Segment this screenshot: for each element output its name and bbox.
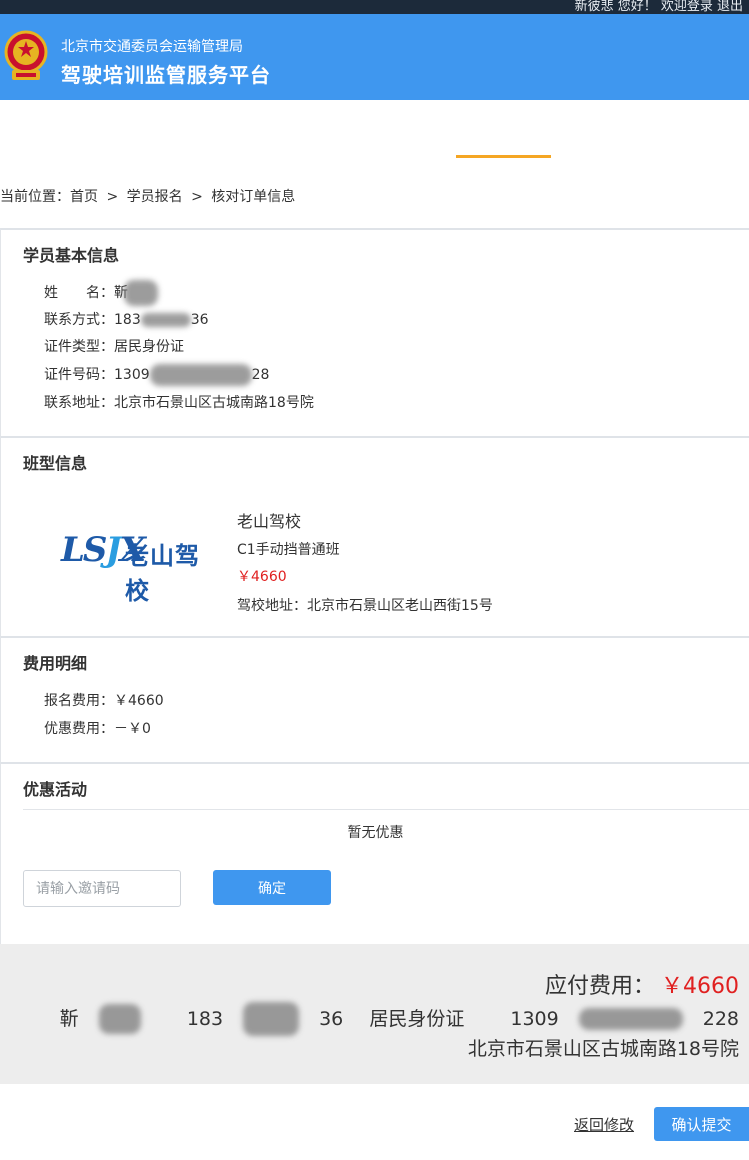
school-logo-cn: 老山驾校	[125, 542, 200, 605]
promotions-section: 优惠活动 暂无优惠 确定	[0, 762, 749, 944]
field-label: 驾校地址：	[237, 598, 307, 614]
payable-amount-row: 应付费用： ￥4660	[545, 968, 739, 1000]
summary-name: 靳	[40, 1004, 141, 1034]
national-emblem-icon	[4, 30, 48, 80]
school-address-row: 驾校地址：北京市石景山区老山西街15号	[237, 595, 493, 615]
school-logo: LSJX 老山驾校	[61, 528, 221, 605]
redaction-mask	[243, 1002, 300, 1036]
field-label: 优惠费用：	[44, 721, 114, 737]
org-name: 北京市交通委员会运输管理局	[61, 39, 243, 55]
section-title: 费用明细	[23, 654, 88, 673]
summary-info-line: 靳 183 36 居民身份证 1309 228	[20, 1002, 739, 1036]
breadcrumb-current: 核对订单信息	[211, 189, 296, 205]
summary-id-type: 居民身份证	[369, 1007, 465, 1030]
redaction-mask	[578, 1008, 683, 1030]
confirm-invite-button[interactable]: 确定	[213, 870, 331, 905]
redaction-mask	[140, 313, 191, 327]
summary-id: 1309 228	[490, 1008, 739, 1030]
site-header: 北京市交通委员会运输管理局 驾驶培训监管服务平台	[0, 14, 749, 100]
id-number-end: 28	[251, 367, 270, 383]
confirm-submit-button[interactable]: 确认提交	[654, 1107, 749, 1141]
student-address-row: 联系地址：北京市石景山区古城南路18号院	[44, 392, 314, 412]
class-name: C1手动挡普通班	[237, 542, 340, 558]
class-price: ￥4660	[237, 569, 287, 585]
phone-value-end: 36	[190, 312, 209, 328]
summary-phone-end: 36	[319, 1007, 344, 1030]
student-info-section: 学员基本信息 姓 名：靳 联系方式：183 36 证件类型：居民身份证 证件号码：…	[0, 228, 749, 436]
student-id-number-row: 证件号码：1309 28	[44, 364, 269, 386]
summary-address: 北京市石景山区古城南路18号院	[467, 1038, 739, 1060]
order-summary: 应付费用： ￥4660 靳 183 36 居民身份证 1309 228 北京市石景山区…	[0, 944, 749, 1084]
field-label: 姓 名：	[44, 285, 114, 301]
summary-phone: 183 36	[167, 1002, 344, 1036]
student-phone-row: 联系方式：183 36	[44, 309, 209, 329]
field-label: 证件类型：	[44, 339, 114, 355]
fee-details-section: 费用明细 报名费用：￥4660 优惠费用：－￥0	[0, 636, 749, 762]
section-title: 学员基本信息	[23, 246, 120, 265]
student-name-row: 姓 名：靳	[44, 280, 158, 306]
address-value: 北京市石景山区古城南路18号院	[114, 395, 314, 411]
school-address-value: 北京市石景山区老山西街15号	[307, 598, 493, 614]
payable-value: ￥4660	[661, 974, 739, 999]
breadcrumb: 当前位置：首页 > 学员报名 > 核对订单信息	[0, 186, 299, 206]
payable-label: 应付费用：	[544, 974, 655, 999]
platform-title: 驾驶培训监管服务平台	[61, 63, 271, 87]
signup-fee-row: 报名费用：￥4660	[44, 690, 164, 710]
id-number-start: 1309	[114, 367, 150, 383]
field-label: 报名费用：	[44, 693, 114, 709]
discount-fee-row: 优惠费用：－￥0	[44, 718, 151, 738]
breadcrumb-enroll[interactable]: 学员报名	[127, 189, 183, 205]
section-title: 班型信息	[23, 454, 88, 473]
invite-code-input[interactable]	[23, 870, 181, 907]
top-bar-links[interactable]: 新彼悲 您好！ 欢迎登录 退出	[575, 0, 743, 14]
active-step-indicator	[456, 155, 551, 158]
id-type-value: 居民身份证	[114, 339, 184, 355]
breadcrumb-separator: >	[191, 189, 203, 205]
top-bar: 新彼悲 您好！ 欢迎登录 退出	[0, 0, 749, 14]
no-promotion-text: 暂无优惠	[347, 825, 404, 841]
divider	[23, 809, 749, 810]
section-title: 优惠活动	[23, 780, 88, 799]
redaction-mask	[98, 1004, 141, 1034]
class-info-section: 班型信息 LSJX 老山驾校 老山驾校 C1手动挡普通班 ￥4660 驾校地址：…	[0, 436, 749, 636]
back-to-edit-link[interactable]: 返回修改	[574, 1114, 634, 1135]
student-id-type-row: 证件类型：居民身份证	[44, 336, 184, 356]
field-label: 联系方式：	[44, 312, 114, 328]
field-label: 联系地址：	[44, 395, 114, 411]
discount-fee-value: －￥0	[114, 721, 151, 737]
summary-id-start: 1309	[510, 1007, 559, 1030]
redaction-mask	[124, 280, 158, 306]
summary-name-text: 靳	[59, 1007, 79, 1030]
signup-fee-value: ￥4660	[114, 693, 164, 709]
breadcrumb-separator: >	[106, 189, 119, 205]
summary-phone-start: 183	[186, 1007, 224, 1030]
summary-id-end: 228	[702, 1007, 739, 1030]
field-label: 证件号码：	[44, 367, 114, 383]
breadcrumb-home[interactable]: 首页	[70, 189, 98, 205]
school-name: 老山驾校	[237, 512, 302, 531]
phone-value-start: 183	[114, 312, 141, 328]
breadcrumb-prefix: 当前位置：	[0, 189, 70, 205]
redaction-mask	[149, 364, 252, 386]
